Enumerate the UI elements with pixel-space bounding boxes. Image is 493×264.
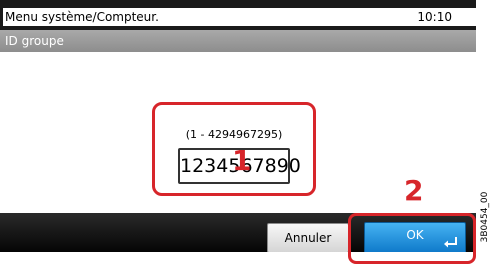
figure-code-label: 3B0454_00 xyxy=(480,191,490,243)
clock: 10:10 xyxy=(411,9,452,25)
callout-number-1: 1 xyxy=(232,144,252,177)
callout-number-2: 2 xyxy=(404,174,424,207)
status-bar: Menu système/Compteur. 10:10 xyxy=(0,0,476,30)
page-title: ID groupe xyxy=(5,34,64,48)
figure-code: 3B0454_00 xyxy=(476,186,493,254)
range-label: (1 - 4294967295) xyxy=(185,128,283,141)
cancel-button[interactable]: Annuler xyxy=(267,223,349,252)
ok-button-highlight xyxy=(348,213,476,264)
header-bar: ID groupe xyxy=(0,30,476,52)
screen-title: Menu système/Compteur. xyxy=(3,8,351,26)
